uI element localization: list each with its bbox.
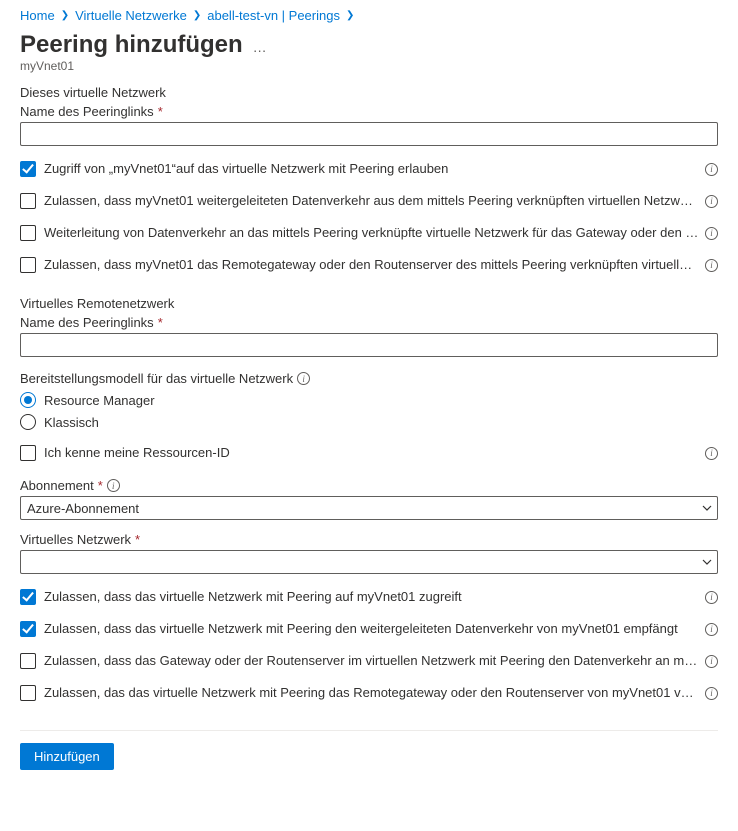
- chevron-down-icon: [701, 502, 713, 514]
- label-local-allow-access: Zugriff von „myVnet01“auf das virtuelle …: [44, 160, 699, 178]
- info-icon[interactable]: i: [705, 655, 718, 668]
- checkbox-remote-allow-forwarded[interactable]: [20, 621, 36, 637]
- label-remote-gateway-transit: Zulassen, dass das Gateway oder der Rout…: [44, 652, 699, 670]
- label-local-allow-forwarded: Zulassen, dass myVnet01 weitergeleiteten…: [44, 192, 699, 210]
- checkbox-local-gateway-transit[interactable]: [20, 225, 36, 241]
- info-icon[interactable]: i: [705, 259, 718, 272]
- checkbox-local-allow-access[interactable]: [20, 161, 36, 177]
- select-subscription-value: Azure-Abonnement: [27, 501, 139, 516]
- info-icon[interactable]: i: [705, 591, 718, 604]
- checkbox-remote-gateway-transit[interactable]: [20, 653, 36, 669]
- chevron-right-icon: ❯: [61, 10, 69, 21]
- checkbox-remote-allow-access[interactable]: [20, 589, 36, 605]
- checkbox-know-resource-id[interactable]: [20, 445, 36, 461]
- section-local-vnet: Dieses virtuelle Netzwerk: [20, 85, 718, 100]
- checkbox-local-use-remote-gateway[interactable]: [20, 257, 36, 273]
- section-remote-vnet: Virtuelles Remotenetzwerk: [20, 296, 718, 311]
- info-icon[interactable]: i: [705, 687, 718, 700]
- info-icon[interactable]: i: [107, 479, 120, 492]
- chevron-right-icon: ❯: [193, 10, 201, 21]
- crumb-vnets[interactable]: Virtuelle Netzwerke: [75, 8, 187, 23]
- label-local-peering-name: Name des Peeringlinks*: [20, 104, 718, 119]
- info-icon[interactable]: i: [705, 623, 718, 636]
- label-remote-allow-access: Zulassen, dass das virtuelle Netzwerk mi…: [44, 588, 699, 606]
- select-virtual-network[interactable]: [20, 550, 718, 574]
- checkbox-local-allow-forwarded[interactable]: [20, 193, 36, 209]
- add-button[interactable]: Hinzufügen: [20, 743, 114, 770]
- label-virtual-network: Virtuelles Netzwerk*: [20, 532, 718, 547]
- info-icon[interactable]: i: [705, 163, 718, 176]
- label-remote-peering-name: Name des Peeringlinks*: [20, 315, 718, 330]
- label-deployment-model: Bereitstellungsmodell für das virtuelle …: [20, 371, 718, 386]
- more-actions-button[interactable]: …: [253, 33, 268, 55]
- input-local-peering-name[interactable]: [20, 122, 718, 146]
- chevron-down-icon: [701, 556, 713, 568]
- select-subscription[interactable]: Azure-Abonnement: [20, 496, 718, 520]
- label-local-use-remote-gateway: Zulassen, dass myVnet01 das Remotegatewa…: [44, 256, 699, 274]
- page-subtitle: myVnet01: [20, 59, 718, 73]
- label-remote-use-remote-gateway: Zulassen, das das virtuelle Netzwerk mit…: [44, 684, 699, 702]
- input-remote-peering-name[interactable]: [20, 333, 718, 357]
- info-icon[interactable]: i: [705, 227, 718, 240]
- page-title: Peering hinzufügen: [20, 31, 243, 59]
- label-know-resource-id: Ich kenne meine Ressourcen-ID: [44, 444, 699, 462]
- breadcrumb: Home ❯ Virtuelle Netzwerke ❯ abell-test-…: [20, 8, 718, 23]
- label-remote-allow-forwarded: Zulassen, dass das virtuelle Netzwerk mi…: [44, 620, 699, 638]
- crumb-home[interactable]: Home: [20, 8, 55, 23]
- radio-classic[interactable]: [20, 414, 36, 430]
- label-local-gateway-transit: Weiterleitung von Datenverkehr an das mi…: [44, 224, 699, 242]
- radio-resource-manager[interactable]: [20, 392, 36, 408]
- chevron-right-icon: ❯: [346, 10, 354, 21]
- info-icon[interactable]: i: [297, 372, 310, 385]
- crumb-vnet-peerings[interactable]: abell-test-vn | Peerings: [207, 8, 340, 23]
- info-icon[interactable]: i: [705, 195, 718, 208]
- label-subscription: Abonnement* i: [20, 478, 718, 493]
- info-icon[interactable]: i: [705, 447, 718, 460]
- label-radio-classic: Klassisch: [44, 415, 99, 430]
- checkbox-remote-use-remote-gateway[interactable]: [20, 685, 36, 701]
- label-radio-rm: Resource Manager: [44, 393, 155, 408]
